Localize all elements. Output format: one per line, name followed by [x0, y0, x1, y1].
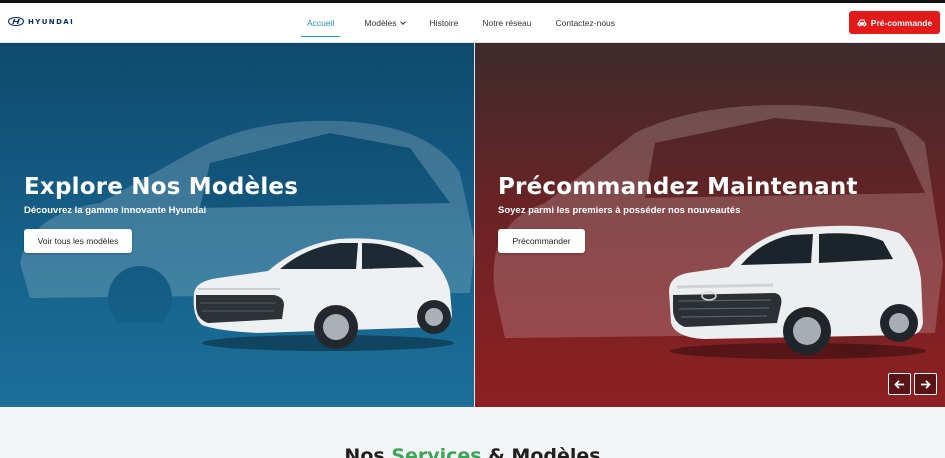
precommande-label: Pré-commande [870, 17, 933, 28]
hero-subtitle-explore: Découvrez la gamme innovante Hyundai [24, 205, 207, 216]
suv-car-image [669, 225, 926, 359]
nav-contactez-nous[interactable]: Contactez-nous [556, 12, 616, 34]
section-title-part1: Nos [344, 445, 392, 458]
nav-modeles-label: Modèles [364, 18, 397, 28]
main-menu: Accueil Modèles Histoire Notre réseau Co… [300, 3, 615, 43]
car-icon [857, 19, 867, 26]
services-section-title: Nos Services & Modèles [0, 445, 945, 458]
section-title-accent: Services [391, 445, 482, 458]
arrow-left-icon [894, 379, 905, 389]
nav-notre-reseau[interactable]: Notre réseau [482, 12, 531, 34]
section-title-part2: & Modèles [481, 445, 601, 458]
sedan-car-image [193, 238, 454, 351]
carousel-next-button[interactable] [914, 373, 937, 395]
nav-accueil[interactable]: Accueil [300, 12, 341, 37]
hero-title-explore: Explore Nos Modèles [24, 174, 299, 200]
arrow-right-icon [920, 379, 931, 389]
nav-modeles[interactable]: Modèles [364, 12, 406, 34]
services-section: Nos Services & Modèles [0, 407, 945, 458]
hyundai-logo-icon [8, 17, 24, 26]
hero-carousel: Explore Nos Modèles Découvrez la gamme i… [0, 43, 945, 407]
hero-slide-precommande: Précommandez Maintenant Soyez parmi les … [475, 43, 945, 407]
chevron-down-icon [399, 19, 406, 25]
hero-subtitle-precommande: Soyez parmi les premiers à posséder nos … [498, 205, 741, 216]
navbar: HYUNDAI Accueil Modèles Histoire Notre r… [0, 3, 945, 43]
brand-logo[interactable]: HYUNDAI [8, 17, 74, 26]
voir-modeles-button[interactable]: Voir tous les modèles [24, 229, 132, 253]
precommande-button[interactable]: Pré-commande [849, 11, 940, 34]
nav-histoire[interactable]: Histoire [430, 12, 459, 34]
carousel-prev-button[interactable] [888, 373, 911, 395]
brand-name: HYUNDAI [28, 17, 75, 26]
precommander-button[interactable]: Précommander [498, 229, 585, 253]
hero-slide-explore: Explore Nos Modèles Découvrez la gamme i… [0, 43, 474, 407]
hero-title-precommande: Précommandez Maintenant [498, 174, 858, 200]
